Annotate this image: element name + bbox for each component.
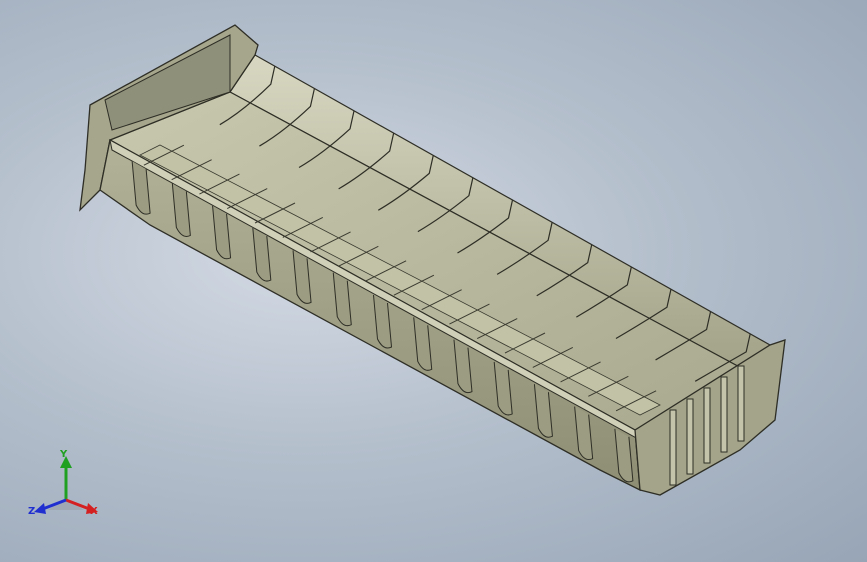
y-axis-label: Y	[59, 449, 68, 460]
graphics-viewport[interactable]: Y X Z	[0, 0, 867, 562]
tailgate-post	[686, 398, 694, 475]
z-axis-label: Z	[28, 506, 35, 517]
tailgate-post	[669, 409, 677, 486]
orientation-triad[interactable]: Y X Z	[26, 448, 106, 528]
x-axis-label: X	[90, 506, 98, 517]
dump-truck-body-model[interactable]	[0, 0, 867, 562]
tailgate-post	[703, 387, 711, 464]
tailgate-post	[720, 376, 728, 453]
tailgate-post	[737, 365, 745, 442]
z-axis-arrow-icon	[34, 503, 46, 514]
bed-floor	[108, 91, 747, 431]
